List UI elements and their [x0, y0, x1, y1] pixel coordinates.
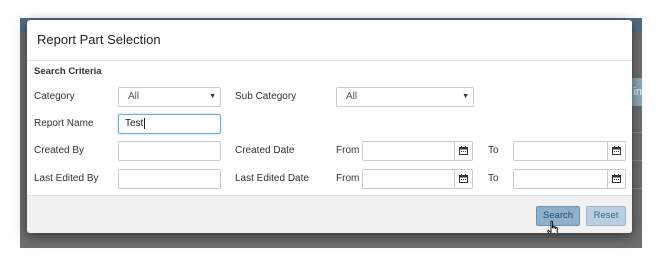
- category-value: All: [128, 91, 140, 102]
- dialog-footer: Search Reset: [27, 195, 632, 233]
- last-edited-by-label: Last Edited By: [34, 173, 99, 184]
- hand-pointer-icon: [547, 220, 558, 233]
- created-date-label: Created Date: [235, 145, 295, 156]
- section-title: Search Criteria: [34, 66, 102, 77]
- report-name-input[interactable]: Test: [118, 114, 221, 134]
- caret-down-icon: ▼: [462, 93, 469, 100]
- report-part-selection-dialog: Report Part Selection Search Criteria Ca…: [27, 20, 632, 233]
- category-label: Category: [34, 91, 75, 102]
- sub-category-value: All: [346, 91, 358, 102]
- calendar-icon[interactable]: [607, 142, 625, 160]
- calendar-icon[interactable]: [607, 170, 625, 188]
- calendar-icon[interactable]: [454, 142, 472, 160]
- sub-category-select[interactable]: All ▼: [336, 87, 474, 107]
- created-date-from-input[interactable]: [362, 141, 473, 161]
- created-date-to-input[interactable]: [513, 141, 626, 161]
- created-date-from-label: From: [336, 145, 360, 156]
- dialog-title: Report Part Selection: [37, 32, 161, 47]
- text-caret: [144, 118, 146, 129]
- last-edited-date-label: Last Edited Date: [235, 173, 309, 184]
- created-by-label: Created By: [34, 145, 85, 156]
- last-edited-date-to-input[interactable]: [513, 169, 626, 189]
- report-name-value: Test: [125, 118, 144, 129]
- last-edited-date-from-input[interactable]: [362, 169, 473, 189]
- caret-down-icon: ▼: [209, 93, 216, 100]
- calendar-icon[interactable]: [454, 170, 472, 188]
- last-edited-by-input[interactable]: [118, 169, 221, 189]
- category-select[interactable]: All ▼: [118, 87, 221, 107]
- sub-category-label: Sub Category: [235, 91, 297, 102]
- created-by-input[interactable]: [118, 141, 221, 161]
- dialog-header: Report Part Selection: [27, 20, 632, 61]
- report-name-label: Report Name: [34, 118, 94, 129]
- reset-button[interactable]: Reset: [586, 206, 626, 226]
- last-edited-date-to-label: To: [488, 173, 499, 184]
- created-date-to-label: To: [488, 145, 499, 156]
- last-edited-date-from-label: From: [336, 173, 360, 184]
